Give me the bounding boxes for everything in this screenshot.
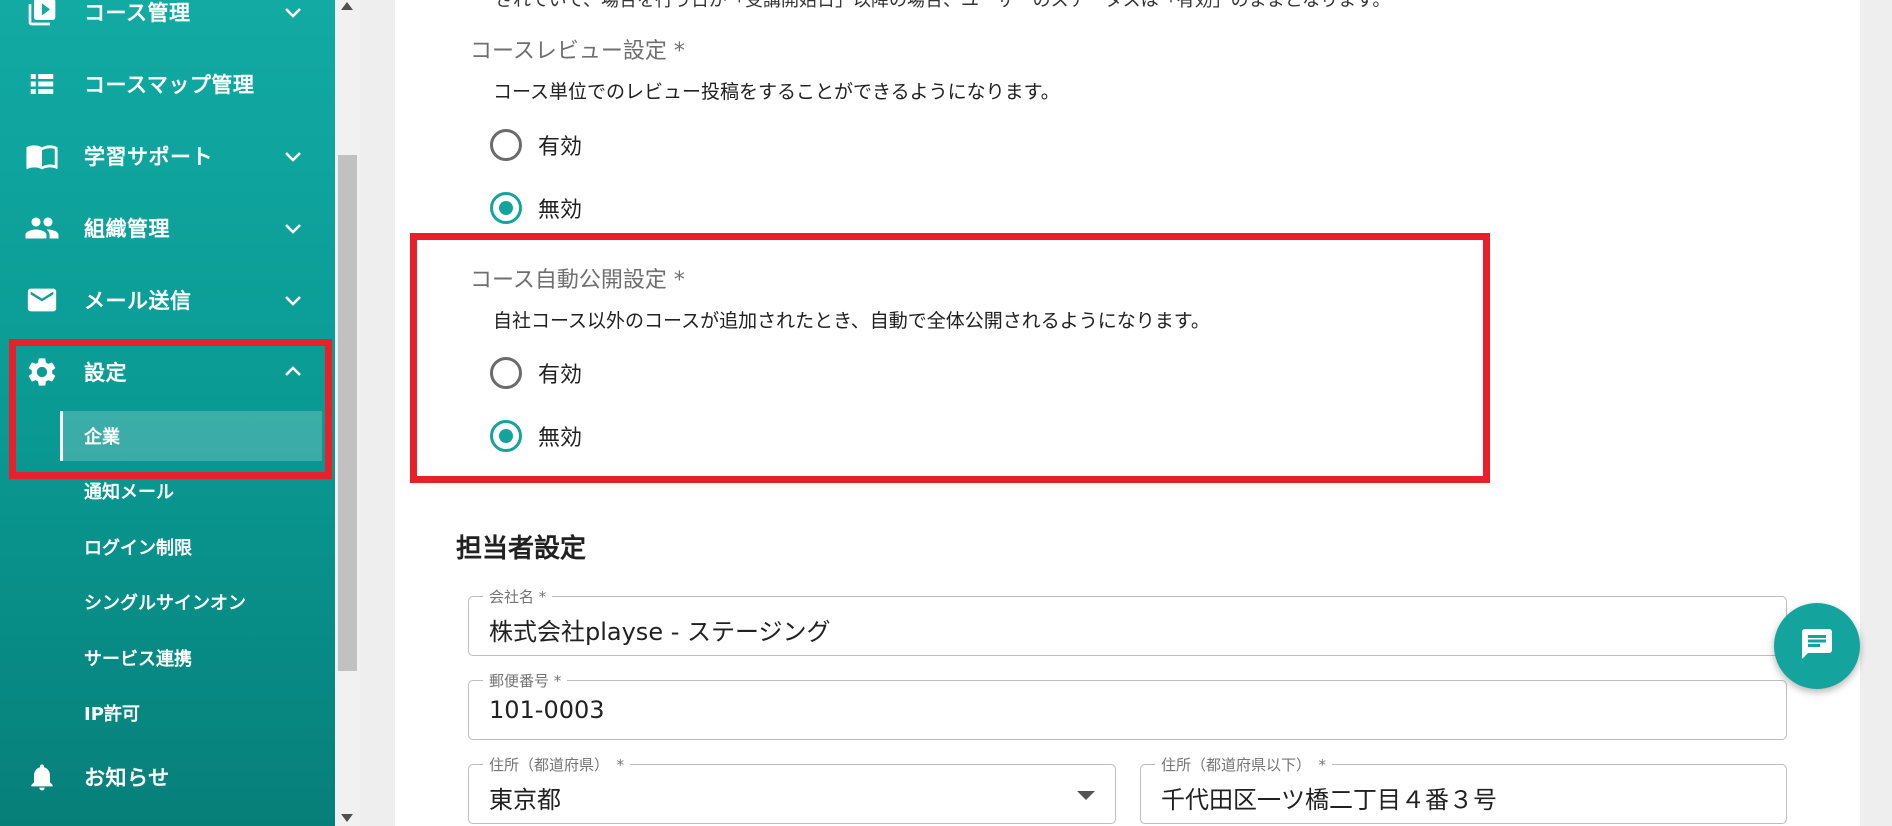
sidebar-item-label: 学習サポート <box>84 145 213 169</box>
sidebar-item-label: メール送信 <box>84 289 192 313</box>
course-review-disabled-option[interactable]: 無効 <box>490 188 582 228</box>
sidebar-item-learning-support[interactable]: 学習サポート <box>0 126 335 186</box>
radio-button[interactable] <box>490 129 522 161</box>
chevron-up-icon <box>280 359 306 385</box>
course-auto-publish-description: 自社コース以外のコースが追加されたとき、自動で全体公開されるようになります。 <box>493 310 1210 332</box>
course-review-description: コース単位でのレビュー投稿をすることができるようになります。 <box>493 81 1060 103</box>
sidebar-subitem-service-integration[interactable]: サービス連携 <box>60 633 322 683</box>
sidebar-subitem-single-sign-on[interactable]: シングルサインオン <box>60 577 322 627</box>
field-value: 東京都 <box>489 786 561 814</box>
field-value: 101-0003 <box>489 696 605 724</box>
radio-label: 有効 <box>538 135 583 160</box>
address-field[interactable]: 住所（都道府県以下） * 千代田区一ツ橋二丁目４番３号 <box>1140 754 1787 824</box>
prefecture-select[interactable]: 住所（都道府県） * 東京都 <box>468 754 1116 824</box>
chat-icon <box>1799 626 1835 666</box>
clipped-description-text: されていて、場合を行う日が「受講開始日」以降の場合、ユーザーのステータスは「有効… <box>495 0 1391 11</box>
sidebar-subitem-login-restriction[interactable]: ログイン制限 <box>60 522 322 572</box>
bell-icon <box>24 759 60 795</box>
sidebar-item-label: コースマップ管理 <box>84 73 255 97</box>
contact-settings-title: 担当者設定 <box>456 534 587 564</box>
mail-icon <box>24 282 60 318</box>
scroll-thumb[interactable] <box>338 155 357 671</box>
course-review-label: コースレビュー設定 * <box>470 39 685 64</box>
gear-icon <box>24 354 60 390</box>
chevron-down-icon <box>280 215 306 241</box>
sidebar-subitem-notification-mail[interactable]: 通知メール <box>60 466 322 516</box>
chevron-down-icon <box>280 143 306 169</box>
course-review-enabled-option[interactable]: 有効 <box>490 125 582 165</box>
sidebar-subitem-company[interactable]: 企業 <box>60 411 322 461</box>
radio-button-checked[interactable] <box>490 420 522 452</box>
radio-button-checked[interactable] <box>490 192 522 224</box>
sidebar: コース管理 コースマップ管理 学習サポート 組織管理 メール送信 設定 企業 通… <box>0 0 335 826</box>
people-icon <box>24 210 60 246</box>
radio-button[interactable] <box>490 357 522 389</box>
sidebar-item-label: 設定 <box>84 361 127 385</box>
scroll-up-arrow[interactable] <box>341 2 353 10</box>
sidebar-item-label: お知らせ <box>84 766 170 790</box>
sidebar-subitem-ip-allow[interactable]: IP許可 <box>60 688 322 738</box>
sidebar-item-settings[interactable]: 設定 <box>0 342 335 402</box>
radio-label: 無効 <box>538 198 583 223</box>
company-name-field[interactable]: 会社名 * 株式会社playse - ステージング <box>468 586 1787 656</box>
sidebar-item-label: コース管理 <box>84 1 191 25</box>
course-auto-publish-enabled-option[interactable]: 有効 <box>490 353 582 393</box>
dropdown-arrow-icon <box>1077 791 1095 800</box>
book-icon <box>24 138 60 174</box>
scroll-down-arrow[interactable] <box>341 814 353 822</box>
course-auto-publish-disabled-option[interactable]: 無効 <box>490 416 582 456</box>
sidebar-item-label: 組織管理 <box>84 217 170 241</box>
field-label: 会社名 * <box>483 586 553 607</box>
sidebar-item-mail[interactable]: メール送信 <box>0 270 335 330</box>
chat-button[interactable] <box>1774 603 1860 689</box>
field-value: 千代田区一ツ橋二丁目４番３号 <box>1161 786 1497 814</box>
field-label: 住所（都道府県以下） * <box>1155 754 1333 775</box>
chevron-down-icon <box>280 0 306 25</box>
field-label: 住所（都道府県） * <box>483 754 631 775</box>
field-value: 株式会社playse - ステージング <box>489 618 831 646</box>
postal-code-field[interactable]: 郵便番号 * 101-0003 <box>468 670 1787 740</box>
sidebar-item-organization[interactable]: 組織管理 <box>0 198 335 258</box>
course-auto-publish-label: コース自動公開設定 * <box>470 268 685 293</box>
radio-label: 有効 <box>538 363 583 388</box>
radio-label: 無効 <box>538 426 583 451</box>
sidebar-item-course-management[interactable]: コース管理 <box>0 0 335 42</box>
video-library-icon <box>24 0 60 30</box>
chevron-down-icon <box>280 287 306 313</box>
sidebar-item-course-map[interactable]: コースマップ管理 <box>0 54 335 114</box>
field-label: 郵便番号 * <box>483 670 568 691</box>
list-icon <box>24 66 60 102</box>
scrollbar[interactable] <box>335 0 360 826</box>
sidebar-item-notices[interactable]: お知らせ <box>0 747 335 807</box>
